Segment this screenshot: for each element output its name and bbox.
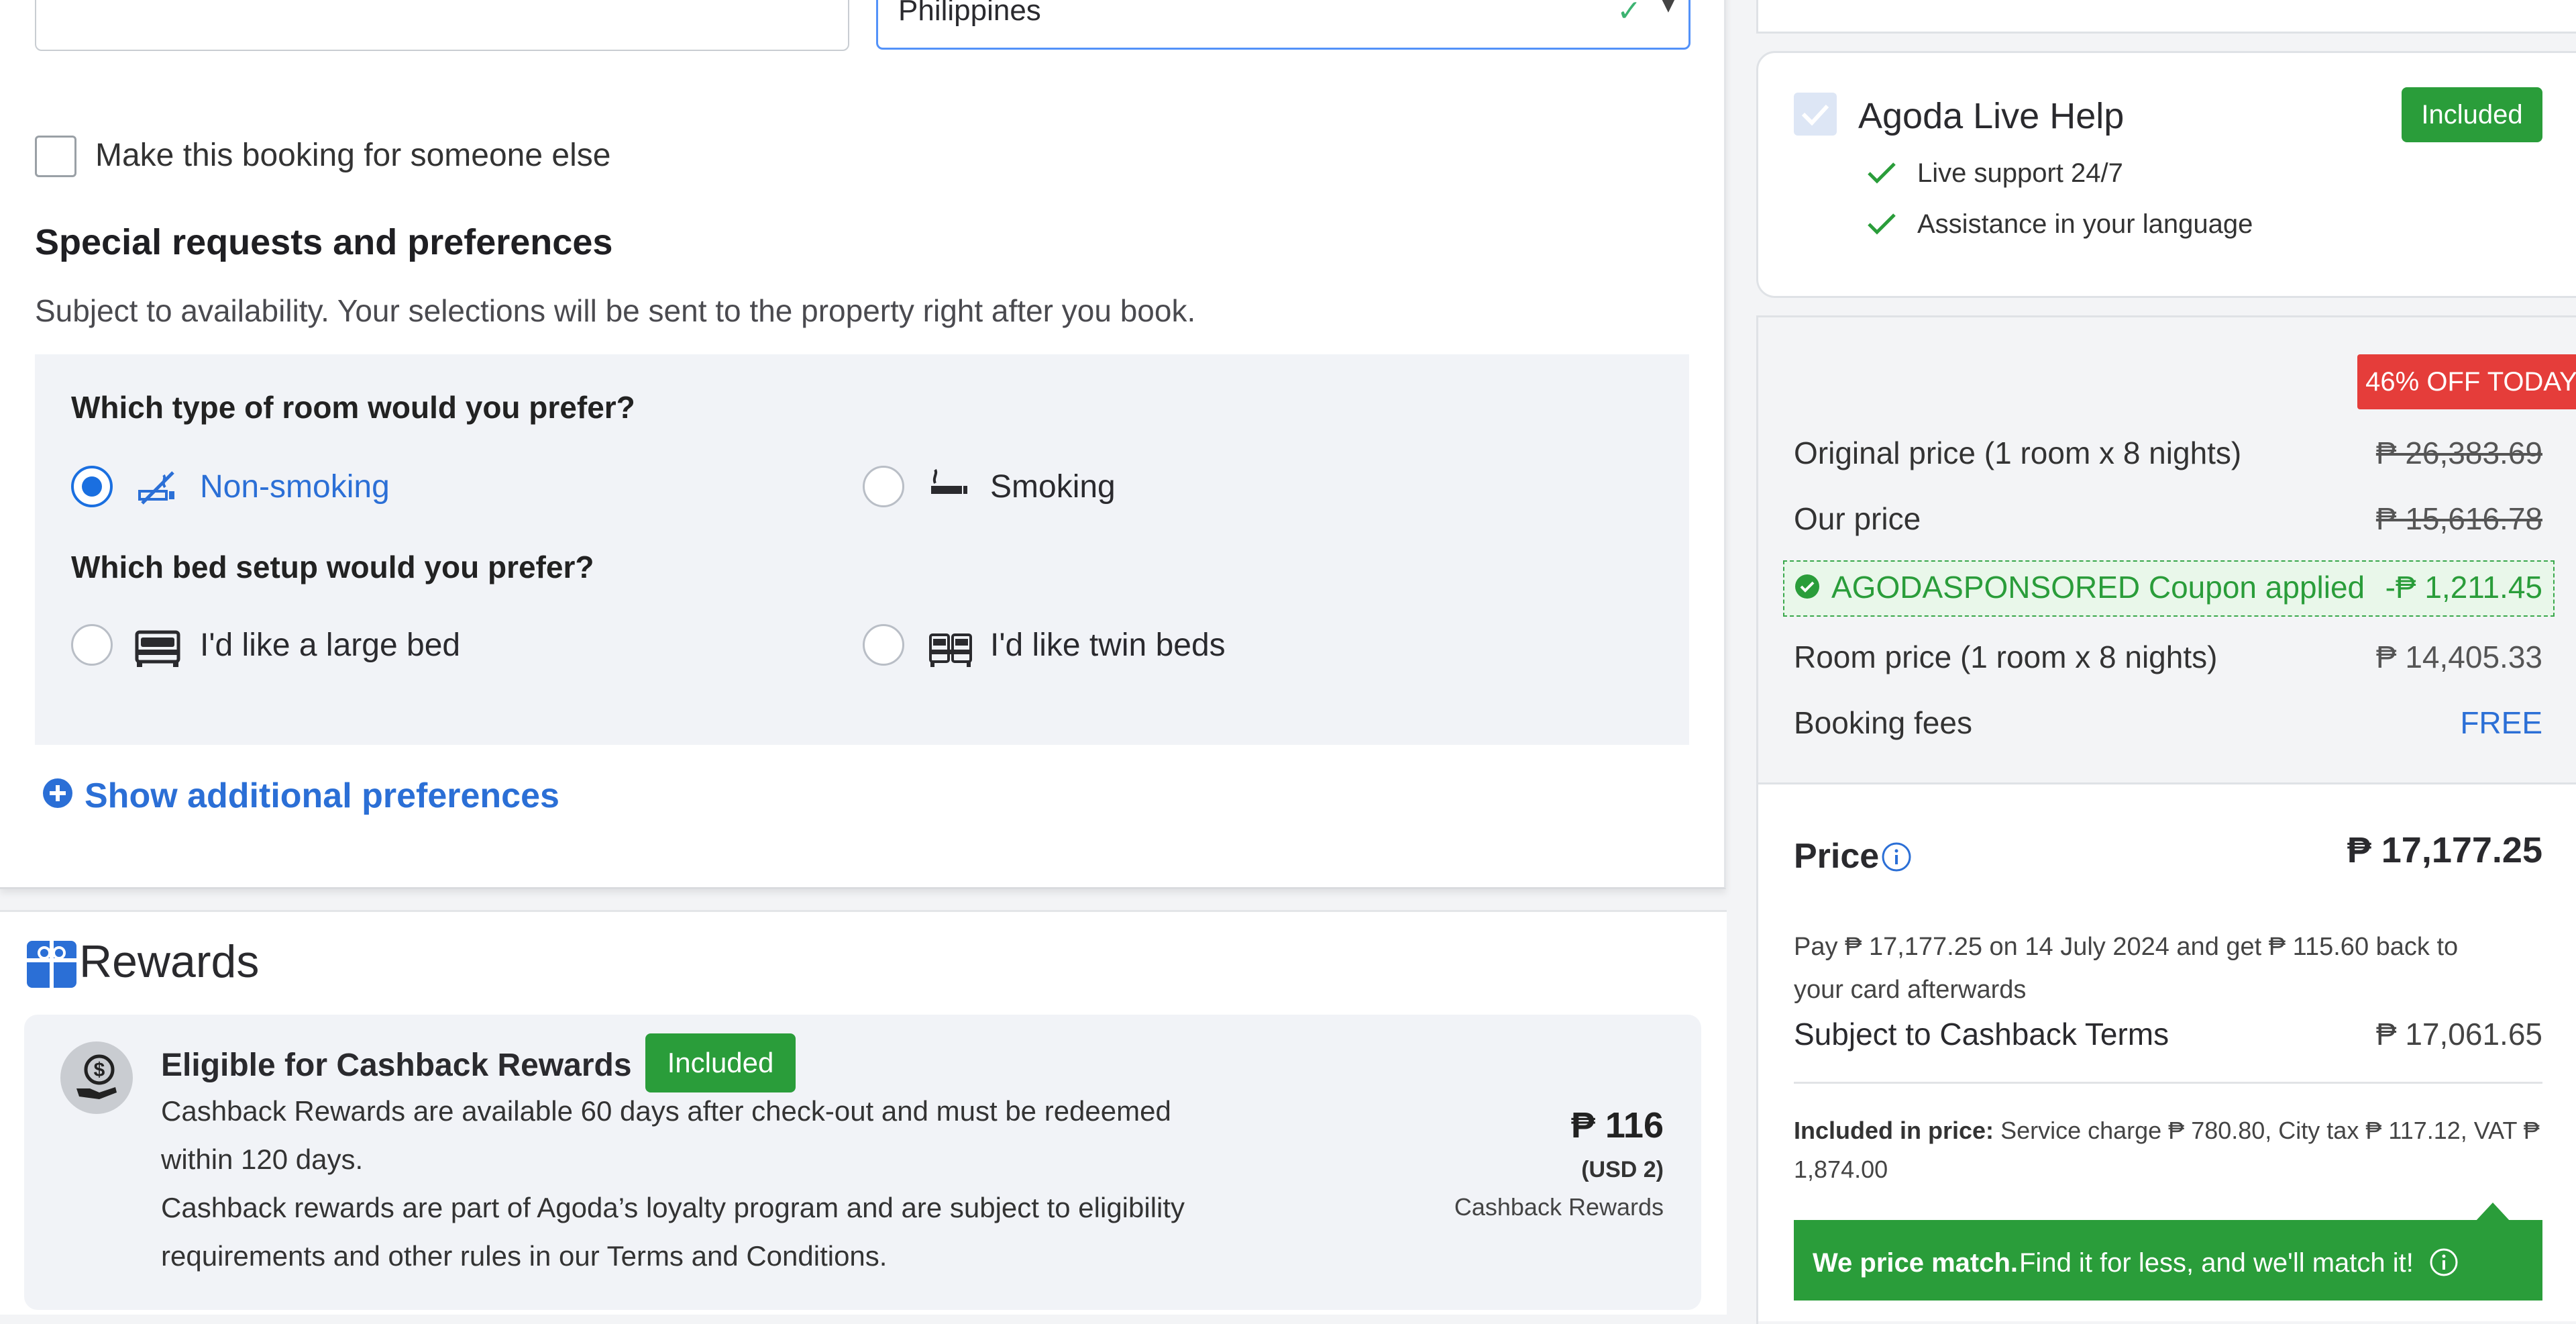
info-icon[interactable] bbox=[1881, 842, 1912, 872]
show-additional-preferences-link[interactable]: Show additional preferences bbox=[85, 776, 559, 816]
original-price-value: ₱ 26,383.69 bbox=[2375, 436, 2542, 470]
room-price-value: ₱ 14,405.33 bbox=[2375, 640, 2542, 674]
live-help-title: Agoda Live Help bbox=[1858, 96, 2125, 136]
divider bbox=[1794, 1082, 2542, 1084]
valid-check-icon: ✓ bbox=[1617, 0, 1642, 28]
special-requests-subtitle: Subject to availability. Your selections… bbox=[35, 293, 1196, 328]
gift-icon bbox=[27, 941, 76, 988]
booking-fees-value: FREE bbox=[2460, 705, 2542, 740]
price-match-banner[interactable]: We price match. Find it for less, and we… bbox=[1794, 1220, 2542, 1301]
smoking-icon bbox=[931, 468, 967, 494]
country-select[interactable]: Philippines ✓ ▾ bbox=[876, 0, 1690, 50]
cashback-included-badge: Included bbox=[645, 1033, 796, 1092]
cashback-terms-value: ₱ 17,061.65 bbox=[2375, 1017, 2542, 1052]
someone-else-label[interactable]: Make this booking for someone else bbox=[95, 137, 610, 174]
included-in-price-line2: 1,874.00 bbox=[1794, 1156, 1888, 1183]
cashback-title: Eligible for Cashback Rewards bbox=[161, 1048, 632, 1083]
cashback-desc-line3: Cashback rewards are part of Agoda’s loy… bbox=[161, 1192, 1185, 1223]
cashback-amount-usd: (USD 2) bbox=[1581, 1157, 1664, 1182]
rewards-title: Rewards bbox=[79, 936, 260, 987]
cashback-terms-label: Subject to Cashback Terms bbox=[1794, 1017, 2169, 1052]
pay-info-line2: your card afterwards bbox=[1794, 976, 2027, 1004]
twin-beds-label[interactable]: I'd like twin beds bbox=[990, 627, 1226, 664]
total-price-value: ₱ 17,177.25 bbox=[2347, 830, 2542, 870]
coupon-value: -₱ 1,211.45 bbox=[2385, 570, 2542, 605]
chevron-down-icon: ▾ bbox=[1661, 0, 1675, 19]
non-smoking-label[interactable]: Non-smoking bbox=[200, 468, 390, 505]
cashback-desc-line2: within 120 days. bbox=[161, 1143, 364, 1175]
smoking-radio[interactable] bbox=[863, 466, 904, 507]
checkmark-icon bbox=[1801, 104, 1829, 126]
check-icon bbox=[1868, 162, 1896, 184]
cashback-desc-line4: requirements and other rules in our Term… bbox=[161, 1240, 888, 1272]
twin-beds-icon bbox=[929, 633, 972, 667]
pay-info-line1: Pay ₱ 17,177.25 on 14 July 2024 and get … bbox=[1794, 933, 2459, 961]
price-match-text: Find it for less, and we'll match it! bbox=[2019, 1248, 2414, 1278]
included-in-price: Included in price: Service charge ₱ 780.… bbox=[1794, 1117, 2540, 1145]
coupon-label: AGODASPONSORED Coupon applied bbox=[1831, 570, 2365, 605]
price-match-bold: We price match. bbox=[1813, 1248, 2019, 1278]
check-circle-icon bbox=[1795, 574, 1819, 599]
twin-beds-radio[interactable] bbox=[863, 624, 904, 666]
discount-badge: 46% OFF TODAY bbox=[2357, 354, 2576, 409]
bed-setup-question: Which bed setup would you prefer? bbox=[71, 550, 594, 584]
large-bed-radio[interactable] bbox=[71, 624, 113, 666]
included-in-price-line1: Service charge ₱ 780.80, City tax ₱ 117.… bbox=[2000, 1117, 2540, 1144]
special-requests-title: Special requests and preferences bbox=[35, 222, 613, 262]
country-value: Philippines bbox=[898, 0, 1041, 27]
plus-circle-icon[interactable] bbox=[42, 777, 74, 809]
booking-fees-label: Booking fees bbox=[1794, 705, 1972, 740]
someone-else-checkbox[interactable] bbox=[35, 136, 76, 177]
info-icon[interactable] bbox=[2428, 1247, 2459, 1278]
svg-text:$: $ bbox=[94, 1059, 105, 1081]
price-match-pointer bbox=[2475, 1203, 2510, 1221]
total-price-label: Price bbox=[1794, 837, 1880, 876]
smoking-label[interactable]: Smoking bbox=[990, 468, 1116, 505]
cashback-amount: ₱ 116 bbox=[1570, 1105, 1664, 1145]
non-smoking-radio[interactable] bbox=[71, 466, 113, 507]
original-price-label: Original price (1 room x 8 nights) bbox=[1794, 436, 2242, 470]
cashback-icon: $ bbox=[60, 1041, 133, 1114]
room-price-label: Room price (1 room x 8 nights) bbox=[1794, 640, 2218, 674]
large-bed-icon bbox=[135, 630, 180, 667]
our-price-label: Our price bbox=[1794, 501, 1921, 536]
live-help-checkbox bbox=[1794, 93, 1837, 136]
no-smoking-icon bbox=[138, 471, 174, 505]
sidebar-top-card bbox=[1756, 0, 2576, 34]
name-field[interactable] bbox=[35, 0, 849, 51]
cashback-desc-line1: Cashback Rewards are available 60 days a… bbox=[161, 1095, 1171, 1127]
live-help-feature-2: Assistance in your language bbox=[1917, 209, 2253, 239]
check-icon bbox=[1868, 213, 1896, 235]
our-price-value: ₱ 15,616.78 bbox=[2375, 501, 2542, 536]
live-help-feature-1: Live support 24/7 bbox=[1917, 158, 2123, 188]
included-in-price-bold: Included in price: bbox=[1794, 1117, 1994, 1144]
live-help-included-badge: Included bbox=[2402, 87, 2542, 142]
large-bed-label[interactable]: I'd like a large bed bbox=[200, 627, 460, 664]
cashback-amount-label: Cashback Rewards bbox=[1454, 1193, 1664, 1221]
room-type-question: Which type of room would you prefer? bbox=[71, 390, 635, 425]
